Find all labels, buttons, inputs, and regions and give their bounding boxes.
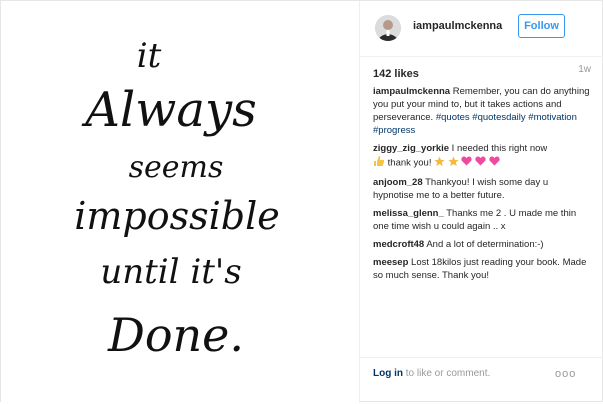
star-icon (448, 155, 459, 171)
star-icon (434, 155, 445, 171)
post-meta: 142 likes 1w (373, 64, 591, 82)
comment-username[interactable]: ziggy_zig_yorkie (373, 143, 449, 154)
heart-icon (489, 156, 500, 170)
comment-text: I needed this right now (451, 143, 548, 154)
caption: iampaulmckenna Remember, you can do anyt… (373, 85, 591, 137)
comment-username[interactable]: anjoom_28 (373, 177, 423, 188)
comment-item: ziggy_zig_yorkie I needed this right now… (373, 142, 591, 171)
instagram-post: it Always seems impossible until it's Do… (0, 0, 603, 403)
hashtag-quotesdaily[interactable]: #quotesdaily (472, 112, 525, 123)
quote-line-2: Always (81, 82, 256, 138)
login-prompt: Log in to like or comment. (373, 368, 490, 379)
quote-line-6: Done. (107, 308, 244, 362)
comment-username[interactable]: meesep (373, 257, 408, 268)
comment-emoji-text: thank you! (387, 157, 432, 169)
follow-button[interactable]: Follow (518, 14, 565, 38)
login-link[interactable]: Log in (373, 368, 403, 379)
thumbs-up-icon (373, 155, 385, 171)
hashtag-quotes[interactable]: #quotes (436, 112, 470, 123)
heart-icon (461, 156, 473, 170)
profile-avatar[interactable] (375, 15, 401, 41)
quote-line-5: until it's (100, 252, 241, 292)
caption-username[interactable]: iampaulmckenna (373, 86, 450, 97)
comment-item: melissa_glenn_ Thanks me 2 . U made me t… (373, 207, 591, 233)
comment-text: And a lot of determination:-) (426, 239, 544, 250)
hashtag-progress[interactable]: #progress (373, 125, 415, 136)
post-footer: Log in to like or comment. ooo (359, 357, 603, 404)
post-header: iampaulmckenna Follow (359, 1, 603, 57)
comment-username[interactable]: melissa_glenn_ (373, 208, 444, 219)
comment-username[interactable]: medcroft48 (373, 239, 424, 250)
hashtag-motivation[interactable]: #motivation (528, 112, 577, 123)
comment-item: medcroft48 And a lot of determination:-) (373, 238, 591, 251)
heart-icon (475, 156, 486, 170)
comments-list: iampaulmckenna Remember, you can do anyt… (373, 85, 591, 287)
avatar-icon (375, 15, 401, 41)
quote-artwork: it Always seems impossible until it's Do… (74, 36, 280, 362)
post-time: 1w (578, 64, 591, 75)
quote-line-4: impossible (74, 194, 280, 238)
more-options-icon[interactable]: ooo (555, 368, 576, 380)
quote-line-3: seems (129, 150, 224, 185)
header-username[interactable]: iampaulmckenna (413, 20, 502, 32)
quote-line-1: it (137, 36, 162, 76)
comment-item: meesep Lost 18kilos just reading your bo… (373, 256, 591, 282)
post-sidebar: iampaulmckenna Follow 142 likes 1w iampa… (359, 1, 603, 403)
login-prompt-text: to like or comment. (405, 368, 491, 379)
likes-count[interactable]: 142 likes (373, 68, 419, 80)
post-image[interactable]: it Always seems impossible until it's Do… (1, 1, 360, 403)
comment-item: anjoom_28 Thankyou! I wish some day u hy… (373, 176, 591, 202)
